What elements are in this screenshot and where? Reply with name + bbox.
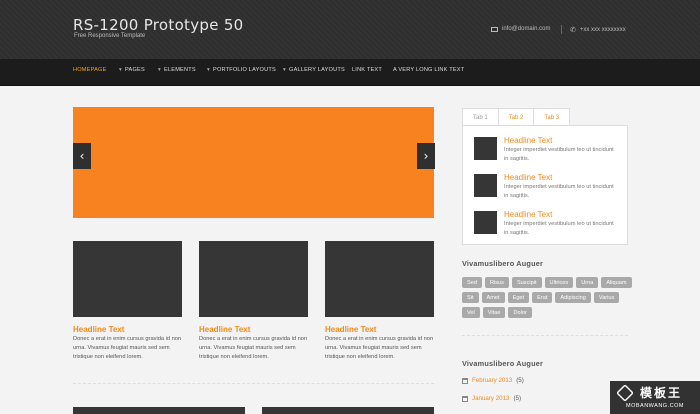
content-image (73, 407, 245, 414)
nav-item-gallery-layouts[interactable]: ▾ GALLERY LAYOUTS (283, 67, 345, 73)
card-text: Donec a erat in enim cursus gravida id n… (325, 336, 434, 360)
contact-phone: ✆ +xx xxx xxxxxxxx (570, 26, 626, 34)
tab-2[interactable]: Tab 2 (497, 108, 535, 126)
content-image (262, 407, 434, 414)
card-image[interactable] (73, 241, 182, 317)
nav-item-pages[interactable]: ▾ PAGES (119, 67, 145, 73)
card-text: Donec a erat in enim cursus gravida id n… (73, 336, 182, 360)
calendar-icon (462, 395, 468, 402)
tag[interactable]: Eget (507, 292, 530, 303)
card-title[interactable]: Headline Text (199, 325, 250, 334)
tag[interactable]: Urna (576, 277, 599, 288)
site-header: RS-1200 Prototype 50 Free Responsive Tem… (0, 0, 700, 59)
site-subtitle: Free Responsive Template (74, 33, 146, 39)
section-divider (73, 383, 434, 384)
main-nav: HOMEPAGE ▾ PAGES ▾ ELEMENTS ▾ PORTFOLIO LAY… (0, 59, 700, 86)
watermark-text: 模板王 (640, 386, 683, 400)
chevron-down-icon: ▾ (207, 67, 211, 73)
tag[interactable]: Suscipit (511, 277, 542, 288)
calendar-icon (462, 377, 468, 384)
phone-text: +xx xxx xxxxxxxx (579, 27, 626, 33)
thumbnail[interactable] (474, 211, 497, 234)
item-title[interactable]: Headline Text (504, 210, 552, 219)
chevron-down-icon: ▾ (119, 67, 123, 73)
slider-next-button[interactable]: › (417, 143, 435, 169)
card-text: Donec a erat in enim cursus gravida id n… (199, 336, 308, 360)
contact-email[interactable]: info@domain.com (491, 26, 550, 32)
tag-cloud: Sed Risus Suscipit Ultrices Urna Aliquam… (462, 277, 632, 318)
archive-link[interactable]: February 2013 (472, 377, 512, 384)
sidebar-divider (462, 335, 628, 336)
archive-link[interactable]: January 2013 (472, 395, 510, 402)
item-text: Integer imperdiet vestibulum leo ut tinc… (504, 221, 614, 236)
tab-3[interactable]: Tab 3 (533, 108, 571, 126)
watermark-url: MOBANWANG.COM (626, 403, 684, 409)
envelope-icon (491, 26, 498, 32)
watermark: 模板王 MOBANWANG.COM (610, 381, 700, 414)
tag[interactable]: Sed (462, 277, 482, 288)
tag[interactable]: Adipiscing (555, 292, 591, 303)
item-title[interactable]: Headline Text (504, 136, 552, 145)
tag[interactable]: Vitae (482, 307, 506, 318)
item-text: Integer imperdiet vestibulum leo ut tinc… (504, 184, 614, 199)
chevron-down-icon: ▾ (158, 67, 162, 73)
sidebar-tabs: Tab 1 Tab 2 Tab 3 (462, 108, 571, 126)
tag[interactable]: Amet (481, 292, 505, 303)
tag[interactable]: Erat (532, 292, 553, 303)
tag[interactable]: Varius (593, 292, 620, 303)
chevron-down-icon: ▾ (283, 67, 287, 73)
tags-heading: Vivamuslibero Auguer (462, 259, 544, 268)
chevron-left-icon: ‹ (79, 149, 85, 163)
archive-count: (5) (516, 377, 524, 384)
archive-heading: Vivamuslibero Auguer (462, 359, 544, 368)
archive-item: February 2013 (5) (462, 377, 632, 384)
tag[interactable]: Dolor (508, 307, 532, 318)
tag[interactable]: Sit (462, 292, 479, 303)
thumbnail[interactable] (474, 174, 497, 197)
hero-slider (73, 107, 434, 218)
email-text[interactable]: info@domain.com (502, 26, 550, 32)
logo-icon (616, 384, 634, 402)
card-image[interactable] (199, 241, 308, 317)
card-title[interactable]: Headline Text (325, 325, 376, 334)
contact-divider (561, 25, 562, 34)
slider-prev-button[interactable]: ‹ (73, 143, 91, 169)
tab-panel: Headline Text Integer imperdiet vestibul… (462, 125, 628, 245)
phone-icon: ✆ (570, 27, 576, 34)
tag[interactable]: Ultrices (544, 277, 574, 288)
archive-item: January 2013 (5) (462, 395, 632, 402)
tag[interactable]: Risus (484, 277, 509, 288)
nav-item-elements[interactable]: ▾ ELEMENTS (158, 67, 196, 73)
card-image[interactable] (325, 241, 434, 317)
tag[interactable]: Aliquam (601, 277, 632, 288)
thumbnail[interactable] (474, 137, 497, 160)
site-title[interactable]: RS-1200 Prototype 50 (73, 16, 244, 34)
nav-item-link-text[interactable]: LINK TEXT (352, 67, 382, 73)
card-title[interactable]: Headline Text (73, 325, 124, 334)
item-text: Integer imperdiet vestibulum leo ut tinc… (504, 147, 614, 162)
item-title[interactable]: Headline Text (504, 173, 552, 182)
nav-item-portfolio-layouts[interactable]: ▾ PORTFOLIO LAYOUTS (207, 67, 276, 73)
archive-count: (5) (513, 395, 522, 402)
nav-item-long-link-text[interactable]: A VERY LONG LINK TEXT (393, 67, 464, 73)
chevron-right-icon: › (423, 149, 429, 163)
tab-1[interactable]: Tab 1 (462, 108, 499, 126)
nav-item-homepage[interactable]: HOMEPAGE (73, 67, 107, 73)
tag[interactable]: Vel (462, 307, 480, 318)
